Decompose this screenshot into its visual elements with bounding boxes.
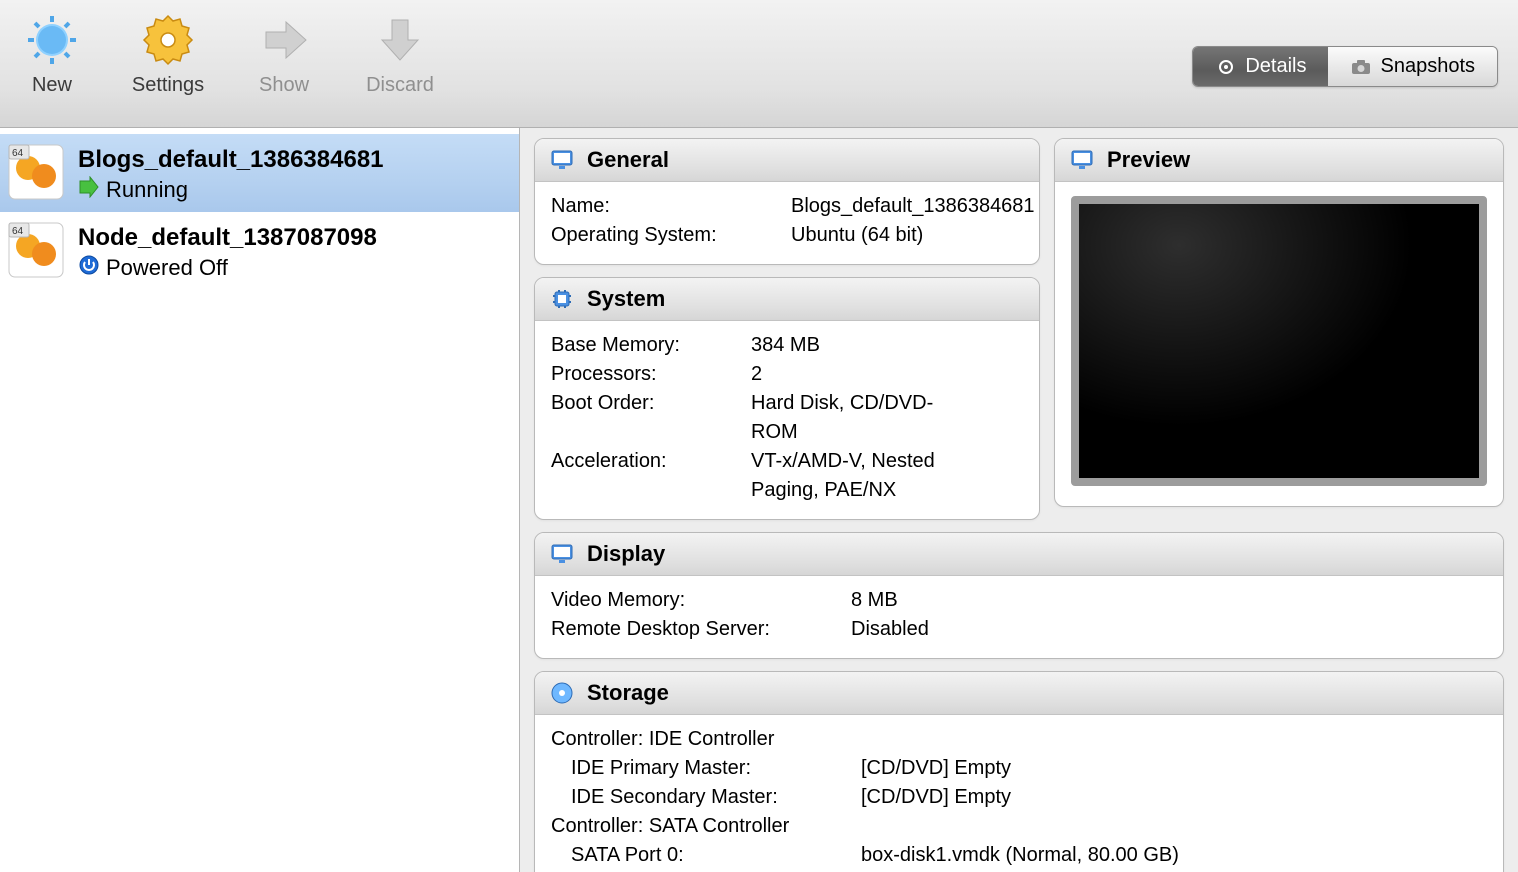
display-header[interactable]: Display [535, 533, 1503, 576]
arrow-down-icon [370, 10, 430, 70]
vm-os-icon: 64 [6, 220, 66, 280]
ide-controller-label: Controller: IDE Controller [551, 725, 1487, 754]
chip-icon [549, 286, 575, 312]
arrow-right-icon [254, 10, 314, 70]
vm-name: Blogs_default_1386384681 [78, 146, 384, 174]
gear-icon [138, 10, 198, 70]
vm-name: Node_default_1387087098 [78, 224, 377, 252]
show-button[interactable]: Show [244, 10, 324, 97]
preview-screen[interactable] [1071, 196, 1487, 486]
storage-header[interactable]: Storage [535, 672, 1503, 715]
toolbar-buttons: New Settings Show [12, 10, 440, 97]
discard-button[interactable]: Discard [360, 10, 440, 97]
view-tabs: Details Snapshots [1192, 46, 1498, 87]
ide-pm-label: IDE Primary Master: [571, 754, 841, 783]
gear-small-icon [1215, 58, 1237, 76]
name-label: Name: [551, 192, 771, 221]
ide-sm-label: IDE Secondary Master: [571, 783, 841, 812]
preview-title: Preview [1107, 147, 1190, 173]
sata0-value: box-disk1.vmdk (Normal, 80.00 GB) [841, 841, 1179, 870]
tab-details-label: Details [1245, 55, 1306, 78]
vm-os-icon: 64 [6, 142, 66, 202]
cpu-value: 2 [731, 360, 762, 389]
ide-pm-value: [CD/DVD] Empty [841, 754, 1011, 783]
sun-icon [22, 10, 82, 70]
os-label: Operating System: [551, 221, 771, 250]
sata-controller-label: Controller: SATA Controller [551, 812, 1487, 841]
vm-status-text: Powered Off [106, 255, 228, 281]
ide-sm-value: [CD/DVD] Empty [841, 783, 1011, 812]
show-label: Show [259, 74, 309, 97]
preview-header[interactable]: Preview [1055, 139, 1503, 182]
svg-text:64: 64 [12, 148, 24, 159]
display-section: Display Video Memory:8 MB Remote Desktop… [534, 532, 1504, 659]
rds-value: Disabled [831, 615, 929, 644]
tab-details[interactable]: Details [1193, 47, 1328, 86]
vm-status: Powered Off [78, 254, 377, 282]
settings-label: Settings [132, 74, 204, 97]
rds-label: Remote Desktop Server: [551, 615, 831, 644]
boot-value: Hard Disk, CD/DVD-ROM [731, 389, 961, 447]
svg-text:64: 64 [12, 226, 24, 237]
vm-status-text: Running [106, 177, 188, 203]
running-icon [78, 176, 100, 204]
vm-list: 64 Blogs_default_1386384681 Running [0, 128, 520, 872]
system-section: System Base Memory:384 MB Processors:2 B… [534, 277, 1040, 520]
camera-icon [1350, 58, 1372, 76]
tab-snapshots[interactable]: Snapshots [1328, 47, 1497, 86]
tab-snapshots-label: Snapshots [1380, 55, 1475, 78]
display-title: Display [587, 541, 665, 567]
main: 64 Blogs_default_1386384681 Running [0, 128, 1518, 872]
vm-item[interactable]: 64 Blogs_default_1386384681 Running [0, 134, 519, 212]
storage-title: Storage [587, 680, 669, 706]
sata0-label: SATA Port 0: [571, 841, 841, 870]
details-panel: General Name: Blogs_default_1386384681 O… [520, 128, 1518, 872]
vmem-value: 8 MB [831, 586, 898, 615]
accel-label: Acceleration: [551, 447, 731, 505]
preview-section: Preview [1054, 138, 1504, 507]
new-label: New [32, 74, 72, 97]
name-value: Blogs_default_1386384681 [771, 192, 991, 221]
powered-off-icon [78, 254, 100, 282]
system-header[interactable]: System [535, 278, 1039, 321]
disc-icon [549, 680, 575, 706]
vm-item[interactable]: 64 Node_default_1387087098 Powered Off [0, 212, 519, 290]
monitor-icon [549, 147, 575, 173]
accel-value: VT-x/AMD-V, Nested Paging, PAE/NX [731, 447, 961, 505]
monitor-icon [549, 541, 575, 567]
general-section: General Name: Blogs_default_1386384681 O… [534, 138, 1040, 265]
general-title: General [587, 147, 669, 173]
new-button[interactable]: New [12, 10, 92, 97]
system-title: System [587, 286, 665, 312]
base-mem-label: Base Memory: [551, 331, 731, 360]
boot-label: Boot Order: [551, 389, 731, 447]
storage-section: Storage Controller: IDE Controller IDE P… [534, 671, 1504, 872]
general-header[interactable]: General [535, 139, 1039, 182]
base-mem-value: 384 MB [731, 331, 820, 360]
cpu-label: Processors: [551, 360, 731, 389]
os-value: Ubuntu (64 bit) [771, 221, 923, 250]
discard-label: Discard [366, 74, 434, 97]
toolbar: New Settings Show [0, 0, 1518, 128]
monitor-icon [1069, 147, 1095, 173]
vmem-label: Video Memory: [551, 586, 831, 615]
settings-button[interactable]: Settings [128, 10, 208, 97]
vm-status: Running [78, 176, 384, 204]
